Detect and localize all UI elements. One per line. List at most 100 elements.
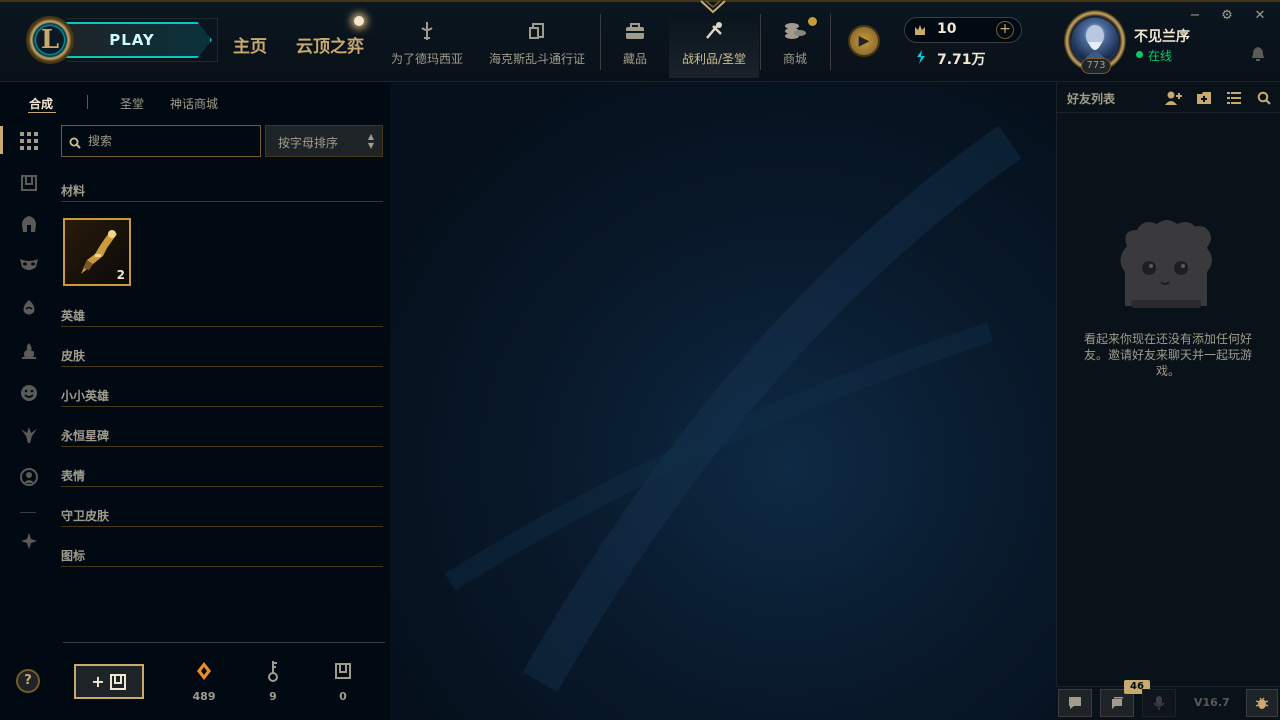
key-counter: 9 [253, 660, 293, 703]
eternals-flame-icon[interactable] [18, 340, 40, 362]
all-categories-grid-icon[interactable] [18, 130, 40, 152]
clash-button[interactable]: ▶ [848, 25, 880, 57]
nav-divider [830, 14, 831, 70]
emote-smiley-icon[interactable] [18, 382, 40, 404]
search-field[interactable] [61, 125, 261, 157]
messages-icon [1112, 697, 1123, 709]
blue-essence-value: 7.71万 [937, 52, 986, 68]
buy-rp-button[interactable]: + [996, 21, 1014, 39]
friend-search-icon[interactable] [1257, 90, 1275, 106]
search-input[interactable] [88, 130, 256, 152]
category-ward-skins-header[interactable]: 守卫皮肤 [61, 507, 383, 527]
bottom-divider [63, 642, 385, 643]
rail-divider [20, 512, 36, 513]
coins-stack-icon [782, 18, 808, 44]
blue-essence-icon [913, 49, 929, 65]
no-friends-message: 看起来你现在还没有添加任何好友。邀请好友来聊天并一起玩游戏。 [1083, 332, 1252, 378]
friends-panel [1056, 82, 1280, 720]
bug-icon [1255, 697, 1269, 709]
chat-bubble-icon [1069, 697, 1081, 709]
add-friend-icon[interactable] [1164, 90, 1182, 106]
craft-chest-button[interactable]: + [74, 664, 144, 699]
settings-gear-icon[interactable]: ⚙ [1219, 8, 1235, 24]
chat-button[interactable] [1058, 689, 1092, 717]
sword-icon [414, 18, 440, 44]
riot-points-icon [912, 22, 928, 38]
tab-mythic-shop[interactable]: 神话商城 [170, 95, 218, 112]
tab-crafting[interactable]: 合成 [29, 95, 53, 112]
category-emotes-header[interactable]: 表情 [61, 467, 383, 487]
loot-icon [701, 18, 727, 44]
voice-button[interactable] [1142, 689, 1176, 717]
category-little-legends-header[interactable]: 小小英雄 [61, 387, 383, 407]
list-view-icon[interactable] [1227, 90, 1245, 106]
minimize-button[interactable]: − [1187, 8, 1203, 24]
category-eternals-header[interactable]: 永恒星碑 [61, 427, 383, 447]
category-champions-header[interactable]: 英雄 [61, 307, 383, 327]
league-logo-icon[interactable]: L [26, 16, 74, 64]
poro-mascot-icon [1120, 220, 1212, 308]
chest-icon [323, 660, 363, 682]
category-materials-header[interactable]: 材料 [61, 182, 383, 202]
chest-counter: 0 [323, 660, 363, 703]
chest-icon [109, 673, 126, 690]
notification-dot [354, 16, 364, 26]
nav-arena-pass[interactable]: 海克斯乱斗通行证 [486, 12, 588, 78]
updown-chevron-icon: ▲ ▼ [367, 132, 374, 150]
orange-essence-value: 489 [192, 690, 216, 703]
category-icons-header[interactable]: 图标 [61, 547, 383, 567]
sort-dropdown[interactable]: 按字母排序 ▲ ▼ [265, 125, 383, 157]
tab-sanctum[interactable]: 圣堂 [120, 95, 144, 112]
friends-list-title: 好友列表 [1067, 92, 1116, 106]
online-status-text[interactable]: 在线 [1148, 47, 1172, 64]
search-icon [69, 134, 83, 149]
nav-loot[interactable]: 战利品/圣堂 [669, 12, 759, 78]
rail-active-indicator [0, 126, 3, 154]
sort-dropdown-label: 按字母排序 [278, 136, 339, 150]
add-folder-icon[interactable] [1196, 90, 1214, 106]
nav-label: 海克斯乱斗通行证 [488, 52, 585, 66]
nav-label: 战利品/圣堂 [681, 52, 747, 66]
pass-icon [524, 18, 550, 44]
nav-event-demacia[interactable]: 为了德玛西亚 [388, 12, 466, 78]
loot-item-key-fragment[interactable]: 2 [63, 218, 131, 286]
key-icon [253, 660, 293, 682]
orange-essence-counter: 489 [184, 660, 224, 703]
online-status-dot [1136, 51, 1143, 58]
client-version: V16.7 [1194, 696, 1230, 709]
little-legend-icon[interactable] [18, 297, 40, 319]
nav-collection[interactable]: 藏品 [612, 12, 658, 78]
chest-value: 0 [339, 690, 347, 703]
nav-label: 藏品 [622, 52, 647, 66]
help-button[interactable]: ? [16, 669, 40, 693]
nav-divider [600, 14, 601, 70]
champion-helmet-icon[interactable] [18, 213, 40, 235]
logo-play-group: PLAY L [26, 16, 218, 64]
chest-icon[interactable] [18, 172, 40, 194]
main-background [390, 82, 1056, 720]
collection-bag-icon [622, 18, 648, 44]
category-skins-header[interactable]: 皮肤 [61, 347, 383, 367]
bell-icon[interactable] [1251, 46, 1267, 62]
crafting-icon[interactable] [18, 530, 40, 552]
skin-mask-icon[interactable] [18, 254, 40, 276]
loot-item-count: 2 [116, 268, 125, 282]
tab-tft[interactable]: 云顶之弈 [296, 32, 364, 57]
profile-icon-icon[interactable] [18, 466, 40, 488]
summoner-name[interactable]: 不见兰序 [1134, 26, 1190, 46]
nav-label: 为了德玛西亚 [390, 52, 463, 66]
store-notification-dot [808, 17, 817, 26]
tab-home[interactable]: 主页 [233, 32, 267, 57]
friends-divider [1056, 112, 1280, 113]
clash-icon: ▶ [858, 33, 870, 49]
nav-divider [760, 14, 761, 70]
ward-skin-icon[interactable] [18, 424, 40, 446]
bug-report-button[interactable] [1246, 689, 1278, 717]
play-button[interactable]: PLAY [66, 22, 212, 58]
close-button[interactable]: ✕ [1252, 8, 1268, 24]
orange-essence-icon [184, 660, 224, 682]
active-chevron-icon [700, 0, 726, 14]
level-badge: 773 [1081, 58, 1111, 74]
key-value: 9 [269, 690, 277, 703]
riot-points-value: 10 [937, 21, 957, 37]
